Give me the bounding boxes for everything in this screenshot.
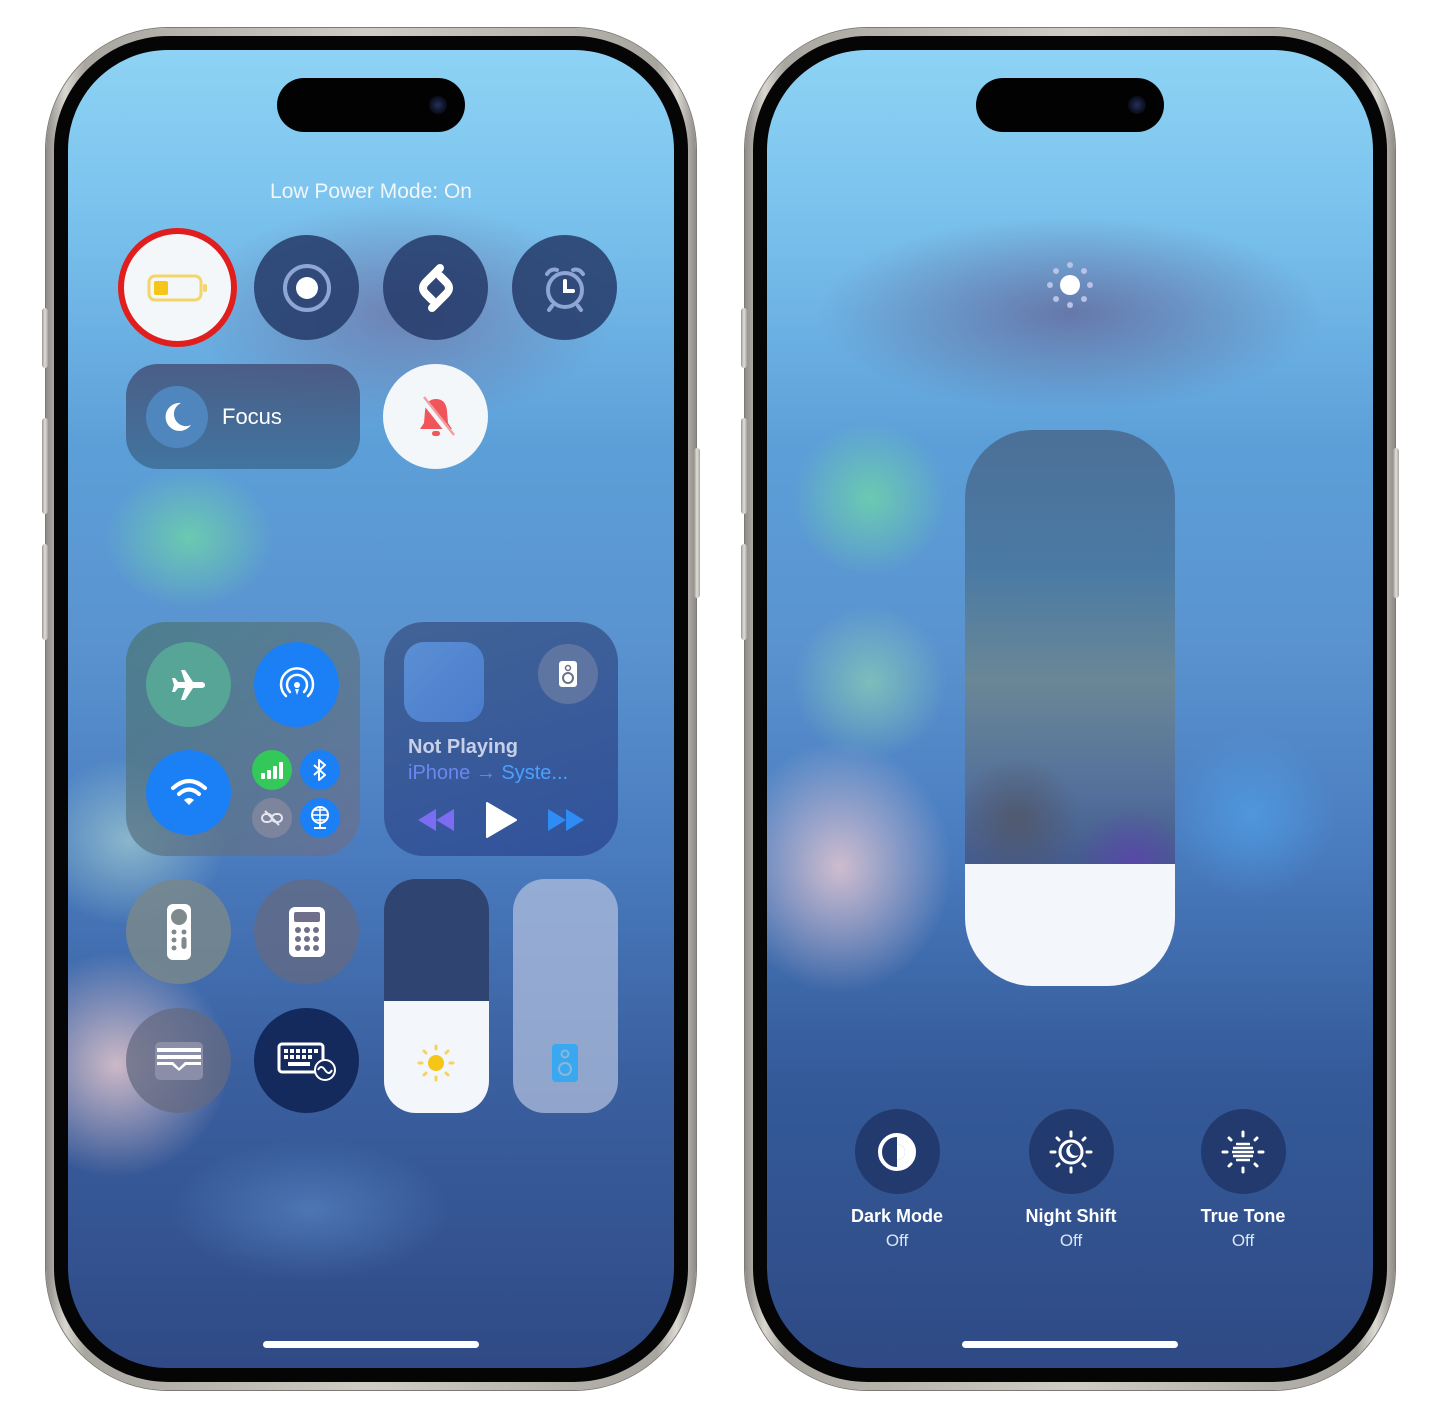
home-indicator[interactable]	[263, 1341, 479, 1348]
keyboard-icon	[277, 1042, 336, 1081]
bezel: Dark Mode Off Night Shift Off True Tone …	[753, 36, 1387, 1382]
brightness-slider-large[interactable]	[965, 430, 1175, 986]
true-tone-label: True Tone	[1200, 1206, 1286, 1226]
true-tone-state: Off	[1231, 1231, 1255, 1250]
focus-button[interactable]: Focus	[126, 364, 360, 469]
volume-down-button	[42, 544, 48, 640]
keyboard-brightness-button[interactable]	[254, 1008, 359, 1113]
wallet-icon	[154, 1041, 203, 1080]
low-power-status-text: Low Power Mode: On	[270, 180, 472, 203]
front-camera	[429, 96, 447, 114]
true-tone-option[interactable]: True Tone Off	[1163, 1109, 1323, 1251]
cellular-data-toggle[interactable]	[252, 750, 292, 790]
silent-mode-toggle[interactable]	[383, 364, 488, 469]
control-center-screen: Low Power Mode: On Focus Not Playing iPh…	[68, 50, 674, 1368]
true-tone-button[interactable]	[1200, 1109, 1286, 1194]
apple-tv-remote-button[interactable]	[126, 879, 231, 984]
low-power-mode-toggle[interactable]	[118, 228, 237, 347]
now-playing-title: Not Playing	[408, 736, 519, 758]
wallet-button[interactable]	[126, 1008, 231, 1113]
airplane-mode-toggle[interactable]	[146, 642, 231, 727]
connectivity-panel	[126, 622, 360, 856]
night-shift-label: Night Shift	[1025, 1206, 1117, 1226]
iphone-left: Low Power Mode: On Focus Not Playing iPh…	[42, 28, 700, 1390]
dark-mode-icon	[878, 1132, 916, 1171]
wifi-icon	[170, 778, 207, 805]
night-shift-button[interactable]	[1028, 1109, 1114, 1194]
dark-mode-state: Off	[885, 1231, 909, 1250]
volume-up-button	[42, 418, 48, 514]
night-shift-option[interactable]: Night Shift Off	[991, 1109, 1151, 1251]
rewind-icon[interactable]	[416, 807, 456, 833]
brightness-detail-screen: Dark Mode Off Night Shift Off True Tone …	[767, 50, 1373, 1368]
dark-mode-label: Dark Mode	[850, 1206, 944, 1226]
bluetooth-toggle[interactable]	[300, 750, 340, 790]
wifi-toggle[interactable]	[146, 750, 231, 835]
airdrop-icon	[279, 666, 314, 697]
true-tone-icon	[1221, 1130, 1265, 1173]
volume-slider[interactable]	[513, 879, 618, 1113]
focus-icon-circle	[146, 385, 208, 448]
cellular-bars-icon	[261, 762, 283, 779]
play-icon[interactable]	[484, 801, 518, 839]
side-button	[694, 448, 700, 598]
remote-icon	[166, 903, 191, 960]
personal-hotspot-icon	[261, 810, 283, 826]
battery-low-icon	[147, 274, 207, 301]
media-controls	[384, 800, 618, 840]
speaker-icon	[559, 661, 577, 687]
bezel: Low Power Mode: On Focus Not Playing iPh…	[54, 36, 688, 1382]
sun-icon	[417, 1044, 455, 1082]
home-indicator[interactable]	[962, 1341, 1178, 1348]
shazam-icon	[418, 263, 453, 312]
volume-down-button	[741, 544, 747, 640]
focus-label: Focus	[222, 403, 282, 429]
brightness-slider[interactable]	[384, 879, 489, 1113]
bell-slash-icon	[419, 395, 455, 439]
alarm-toggle[interactable]	[512, 235, 617, 340]
speaker-icon	[552, 1044, 578, 1082]
airdrop-toggle[interactable]	[254, 642, 339, 727]
calculator-button[interactable]	[254, 879, 359, 984]
side-button	[1393, 448, 1399, 598]
iphone-right: Dark Mode Off Night Shift Off True Tone …	[741, 28, 1399, 1390]
vpn-toggle[interactable]	[300, 798, 340, 838]
night-shift-icon	[1049, 1130, 1093, 1173]
front-camera	[1128, 96, 1146, 114]
dark-mode-button[interactable]	[854, 1109, 940, 1194]
route-source: iPhone	[408, 762, 471, 784]
fast-forward-icon[interactable]	[546, 807, 586, 833]
screen-recording-toggle[interactable]	[254, 235, 359, 340]
sun-icon	[1047, 262, 1093, 308]
night-shift-state: Off	[1059, 1231, 1083, 1250]
alarm-clock-icon	[544, 267, 585, 312]
airplay-button[interactable]	[538, 644, 598, 704]
personal-hotspot-toggle[interactable]	[252, 798, 292, 838]
now-playing-panel[interactable]: Not Playing iPhone → Syste...	[384, 622, 618, 856]
airplane-icon	[171, 669, 205, 700]
volume-up-button	[741, 418, 747, 514]
route-arrow: →	[475, 762, 496, 784]
dynamic-island	[976, 78, 1164, 132]
album-artwork	[404, 642, 484, 722]
action-button	[42, 308, 48, 368]
calculator-icon	[288, 906, 325, 957]
dynamic-island	[277, 78, 465, 132]
record-icon	[282, 263, 331, 312]
moon-icon	[165, 402, 191, 431]
route-destination: Syste...	[501, 762, 569, 784]
vpn-globe-icon	[311, 806, 329, 829]
brightness-slider-fill	[965, 863, 1175, 986]
bluetooth-icon	[313, 759, 326, 781]
action-button	[741, 308, 747, 368]
dark-mode-option[interactable]: Dark Mode Off	[817, 1109, 977, 1251]
now-playing-route: iPhone → Syste...	[408, 762, 568, 785]
shazam-toggle[interactable]	[383, 235, 488, 340]
